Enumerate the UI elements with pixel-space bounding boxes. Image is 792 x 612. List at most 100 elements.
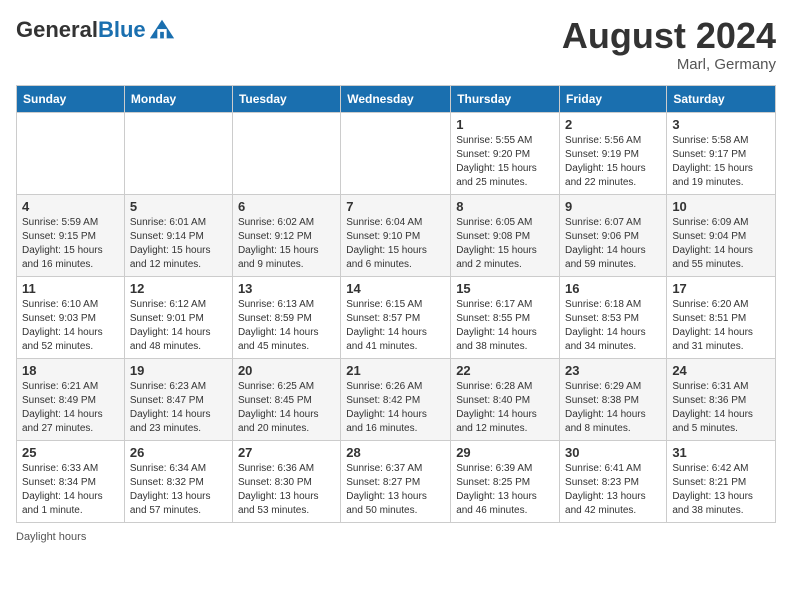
day-info: Sunrise: 6:36 AM Sunset: 8:30 PM Dayligh… (238, 462, 335, 518)
day-number: 14 (346, 281, 445, 296)
calendar-cell: 29 Sunrise: 6:39 AM Sunset: 8:25 PM Dayli… (451, 440, 560, 522)
day-number: 15 (456, 281, 554, 296)
day-info: Sunrise: 6:42 AM Sunset: 8:21 PM Dayligh… (672, 462, 770, 518)
day-info: Sunrise: 6:07 AM Sunset: 9:06 PM Dayligh… (565, 216, 661, 272)
header-wednesday: Wednesday (341, 85, 451, 112)
calendar-cell: 15 Sunrise: 6:17 AM Sunset: 8:55 PM Dayli… (451, 276, 560, 358)
calendar-cell (232, 112, 340, 194)
day-info: Sunrise: 6:37 AM Sunset: 8:27 PM Dayligh… (346, 462, 445, 518)
day-info: Sunrise: 6:41 AM Sunset: 8:23 PM Dayligh… (565, 462, 661, 518)
calendar-cell: 8Sunrise: 6:05 AM Sunset: 9:08 PM Daylig… (451, 194, 560, 276)
day-number: 27 (238, 445, 335, 460)
header-tuesday: Tuesday (232, 85, 340, 112)
calendar-cell (341, 112, 451, 194)
day-info: Sunrise: 6:02 AM Sunset: 9:12 PM Dayligh… (238, 216, 335, 272)
calendar-cell: 4Sunrise: 5:59 AM Sunset: 9:15 PM Daylig… (17, 194, 125, 276)
day-number: 2 (565, 117, 661, 132)
week-row-2: 4Sunrise: 5:59 AM Sunset: 9:15 PM Daylig… (17, 194, 776, 276)
day-info: Sunrise: 6:21 AM Sunset: 8:49 PM Dayligh… (22, 380, 119, 436)
logo-blue-text: Blue (98, 17, 146, 42)
day-number: 6 (238, 199, 335, 214)
day-number: 20 (238, 363, 335, 378)
logo: GeneralBlue (16, 16, 176, 44)
day-info: Sunrise: 6:12 AM Sunset: 9:01 PM Dayligh… (130, 298, 227, 354)
day-number: 9 (565, 199, 661, 214)
day-info: Sunrise: 5:55 AM Sunset: 9:20 PM Dayligh… (456, 134, 554, 190)
calendar-cell: 27 Sunrise: 6:36 AM Sunset: 8:30 PM Dayli… (232, 440, 340, 522)
day-number: 17 (672, 281, 770, 296)
calendar-cell: 9 Sunrise: 6:07 AM Sunset: 9:06 PM Daylig… (560, 194, 667, 276)
week-row-3: 11 Sunrise: 6:10 AM Sunset: 9:03 PM Dayli… (17, 276, 776, 358)
day-number: 19 (130, 363, 227, 378)
day-info: Sunrise: 6:31 AM Sunset: 8:36 PM Dayligh… (672, 380, 770, 436)
day-info: Sunrise: 5:58 AM Sunset: 9:17 PM Dayligh… (672, 134, 770, 190)
location-subtitle: Marl, Germany (562, 56, 776, 73)
calendar-cell: 30 Sunrise: 6:41 AM Sunset: 8:23 PM Dayli… (560, 440, 667, 522)
day-info: Sunrise: 6:23 AM Sunset: 8:47 PM Dayligh… (130, 380, 227, 436)
day-number: 5 (130, 199, 227, 214)
calendar-cell (17, 112, 125, 194)
day-number: 29 (456, 445, 554, 460)
header-sunday: Sunday (17, 85, 125, 112)
calendar-cell: 1 Sunrise: 5:55 AM Sunset: 9:20 PM Daylig… (451, 112, 560, 194)
day-info: Sunrise: 6:09 AM Sunset: 9:04 PM Dayligh… (672, 216, 770, 272)
day-number: 11 (22, 281, 119, 296)
day-number: 1 (456, 117, 554, 132)
day-info: Sunrise: 5:59 AM Sunset: 9:15 PM Dayligh… (22, 216, 119, 272)
day-number: 10 (672, 199, 770, 214)
day-number: 16 (565, 281, 661, 296)
day-info: Sunrise: 6:10 AM Sunset: 9:03 PM Dayligh… (22, 298, 119, 354)
calendar-cell: 3 Sunrise: 5:58 AM Sunset: 9:17 PM Daylig… (667, 112, 776, 194)
calendar-cell: 26 Sunrise: 6:34 AM Sunset: 8:32 PM Dayli… (124, 440, 232, 522)
day-info: Sunrise: 6:34 AM Sunset: 8:32 PM Dayligh… (130, 462, 227, 518)
week-row-5: 25 Sunrise: 6:33 AM Sunset: 8:34 PM Dayli… (17, 440, 776, 522)
day-number: 31 (672, 445, 770, 460)
day-info: Sunrise: 6:20 AM Sunset: 8:51 PM Dayligh… (672, 298, 770, 354)
day-info: Sunrise: 6:18 AM Sunset: 8:53 PM Dayligh… (565, 298, 661, 354)
day-info: Sunrise: 6:15 AM Sunset: 8:57 PM Dayligh… (346, 298, 445, 354)
calendar-cell: 14 Sunrise: 6:15 AM Sunset: 8:57 PM Dayli… (341, 276, 451, 358)
day-info: Sunrise: 6:25 AM Sunset: 8:45 PM Dayligh… (238, 380, 335, 436)
logo-icon (148, 16, 176, 44)
calendar-cell: 12 Sunrise: 6:12 AM Sunset: 9:01 PM Dayli… (124, 276, 232, 358)
calendar-cell: 31 Sunrise: 6:42 AM Sunset: 8:21 PM Dayli… (667, 440, 776, 522)
days-header-row: SundayMondayTuesdayWednesdayThursdayFrid… (17, 85, 776, 112)
calendar-cell: 7 Sunrise: 6:04 AM Sunset: 9:10 PM Daylig… (341, 194, 451, 276)
calendar-cell: 6 Sunrise: 6:02 AM Sunset: 9:12 PM Daylig… (232, 194, 340, 276)
calendar-cell: 2 Sunrise: 5:56 AM Sunset: 9:19 PM Daylig… (560, 112, 667, 194)
day-info: Sunrise: 6:39 AM Sunset: 8:25 PM Dayligh… (456, 462, 554, 518)
day-info: Sunrise: 6:01 AM Sunset: 9:14 PM Dayligh… (130, 216, 227, 272)
calendar-cell: 17 Sunrise: 6:20 AM Sunset: 8:51 PM Dayli… (667, 276, 776, 358)
calendar-cell: 11 Sunrise: 6:10 AM Sunset: 9:03 PM Dayli… (17, 276, 125, 358)
day-info: Sunrise: 6:04 AM Sunset: 9:10 PM Dayligh… (346, 216, 445, 272)
day-number: 3 (672, 117, 770, 132)
header-thursday: Thursday (451, 85, 560, 112)
day-number: 28 (346, 445, 445, 460)
calendar-cell: 24 Sunrise: 6:31 AM Sunset: 8:36 PM Dayli… (667, 358, 776, 440)
day-number: 30 (565, 445, 661, 460)
day-info: Sunrise: 6:26 AM Sunset: 8:42 PM Dayligh… (346, 380, 445, 436)
day-info: Sunrise: 6:05 AM Sunset: 9:08 PM Dayligh… (456, 216, 554, 272)
calendar-cell: 22Sunrise: 6:28 AM Sunset: 8:40 PM Dayli… (451, 358, 560, 440)
footer-note: Daylight hours (16, 531, 776, 543)
day-number: 26 (130, 445, 227, 460)
calendar-cell: 5 Sunrise: 6:01 AM Sunset: 9:14 PM Daylig… (124, 194, 232, 276)
day-number: 23 (565, 363, 661, 378)
day-info: Sunrise: 6:17 AM Sunset: 8:55 PM Dayligh… (456, 298, 554, 354)
page-header: GeneralBlue August 2024 Marl, Germany (16, 16, 776, 73)
header-friday: Friday (560, 85, 667, 112)
calendar-cell: 19 Sunrise: 6:23 AM Sunset: 8:47 PM Dayli… (124, 358, 232, 440)
day-info: Sunrise: 6:13 AM Sunset: 8:59 PM Dayligh… (238, 298, 335, 354)
day-number: 22 (456, 363, 554, 378)
day-number: 7 (346, 199, 445, 214)
day-number: 12 (130, 281, 227, 296)
day-info: Sunrise: 5:56 AM Sunset: 9:19 PM Dayligh… (565, 134, 661, 190)
calendar-cell: 10 Sunrise: 6:09 AM Sunset: 9:04 PM Dayli… (667, 194, 776, 276)
day-number: 13 (238, 281, 335, 296)
day-number: 18 (22, 363, 119, 378)
day-info: Sunrise: 6:33 AM Sunset: 8:34 PM Dayligh… (22, 462, 119, 518)
calendar-cell: 28 Sunrise: 6:37 AM Sunset: 8:27 PM Dayli… (341, 440, 451, 522)
calendar-cell: 16 Sunrise: 6:18 AM Sunset: 8:53 PM Dayli… (560, 276, 667, 358)
day-number: 25 (22, 445, 119, 460)
day-number: 24 (672, 363, 770, 378)
